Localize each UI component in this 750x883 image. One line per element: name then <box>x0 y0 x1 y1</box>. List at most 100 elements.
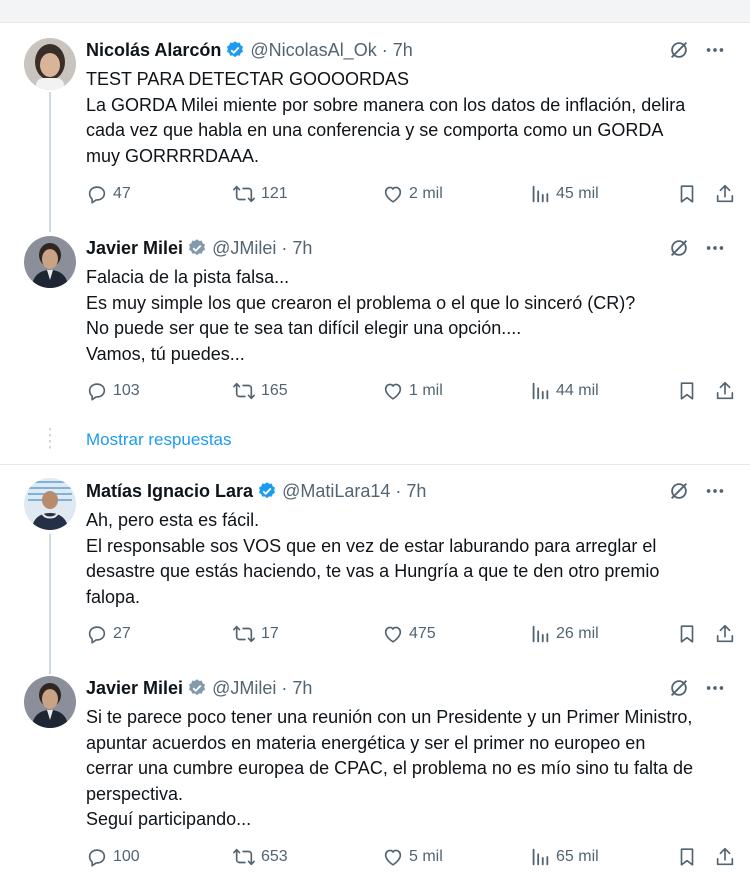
avatar[interactable] <box>24 38 76 90</box>
timestamp[interactable]: 7h <box>292 678 312 699</box>
like-count: 1 mil <box>409 382 443 399</box>
separator-dot: · <box>281 237 288 258</box>
views-count: 45 mil <box>556 185 599 202</box>
like-button[interactable]: 5 mil <box>382 845 443 869</box>
reply-count: 103 <box>113 382 140 399</box>
reply-button[interactable]: 100 <box>86 845 140 869</box>
tweet-header: Javier Milei @JMilei · 7h <box>86 675 726 701</box>
views-icon <box>529 623 551 645</box>
tweet-line: desastre que estás haciendo, te vas a Hu… <box>86 561 660 581</box>
tweet-actions: 27 17 475 26 mil <box>86 622 736 646</box>
views-icon <box>529 846 551 868</box>
avatar[interactable] <box>24 676 76 728</box>
grok-icon[interactable] <box>668 677 690 699</box>
tweet-text: Falacia de la pista falsa... Es muy simp… <box>86 265 732 367</box>
tweet-line: Si te parece poco tener una reunión con … <box>86 707 693 727</box>
share-button[interactable] <box>714 845 736 869</box>
verified-gray-badge-icon <box>187 238 207 258</box>
share-button[interactable] <box>714 182 736 206</box>
handle[interactable]: @MatiLara14 <box>282 481 390 502</box>
views-icon <box>529 380 551 402</box>
grok-icon[interactable] <box>668 237 690 259</box>
tweet-line: cerrar una cumbre europea de CPAC, el pr… <box>86 758 693 778</box>
handle[interactable]: @JMilei <box>212 238 276 259</box>
retweet-button[interactable]: 17 <box>232 622 279 646</box>
timestamp[interactable]: 7h <box>393 40 413 61</box>
like-button[interactable]: 2 mil <box>382 182 443 206</box>
tweet-line: Vamos, tú puedes... <box>86 343 245 364</box>
retweet-icon <box>232 380 256 402</box>
views-count: 26 mil <box>556 625 599 642</box>
divider <box>0 464 750 465</box>
tweet-line: El responsable sos VOS que en vez de est… <box>86 535 657 556</box>
like-button[interactable]: 1 mil <box>382 379 443 403</box>
tweet-text: Ah, pero esta es fácil. El responsable s… <box>86 508 732 610</box>
tweet-header: Javier Milei @JMilei · 7h <box>86 235 726 261</box>
reply-button[interactable]: 103 <box>86 379 140 403</box>
tweet-line: No puede ser que te sea tan difícil eleg… <box>86 318 522 338</box>
share-button[interactable] <box>714 622 736 646</box>
reply-count: 27 <box>113 625 131 642</box>
bookmark-button[interactable] <box>676 622 698 646</box>
verified-badge-icon <box>257 481 277 501</box>
more-options-icon[interactable] <box>704 480 726 502</box>
retweet-button[interactable]: 121 <box>232 182 288 206</box>
reply-button[interactable]: 47 <box>86 182 131 206</box>
like-count: 2 mil <box>409 185 443 202</box>
bookmark-button[interactable] <box>676 182 698 206</box>
retweet-count: 165 <box>261 382 288 399</box>
display-name[interactable]: Javier Milei <box>86 678 183 699</box>
handle[interactable]: @JMilei <box>212 678 276 699</box>
reply-button[interactable]: 27 <box>86 622 131 646</box>
display-name[interactable]: Matías Ignacio Lara <box>86 481 253 502</box>
share-icon <box>714 846 736 868</box>
grok-icon[interactable] <box>668 39 690 61</box>
tweet-actions: 103 165 1 mil 44 mil <box>86 379 736 403</box>
tweet-line: muy GORRRRDAAA. <box>86 145 260 166</box>
share-icon <box>714 623 736 645</box>
views-button[interactable]: 26 mil <box>529 622 599 646</box>
views-icon <box>529 183 551 205</box>
tweet-line: Es muy simple los que crearon el problem… <box>86 292 636 313</box>
more-options-icon[interactable] <box>704 677 726 699</box>
bookmark-icon <box>676 623 698 645</box>
display-name[interactable]: Javier Milei <box>86 238 183 259</box>
tweet-line: La GORDA Milei miente por sobre manera c… <box>86 94 686 115</box>
thread-line <box>49 92 51 232</box>
views-button[interactable]: 44 mil <box>529 379 599 403</box>
bookmark-button[interactable] <box>676 379 698 403</box>
grok-icon[interactable] <box>668 480 690 502</box>
avatar[interactable] <box>24 478 76 530</box>
avatar[interactable] <box>24 236 76 288</box>
tweet-header: Nicolás Alarcón @NicolasAl_Ok · 7h <box>86 37 726 63</box>
separator-dot: · <box>381 39 388 60</box>
verified-badge-icon <box>225 40 245 60</box>
views-button[interactable]: 65 mil <box>529 845 599 869</box>
tweet-actions: 100 653 5 mil 65 mil <box>86 845 736 869</box>
like-button[interactable]: 475 <box>382 622 436 646</box>
display-name[interactable]: Nicolás Alarcón <box>86 40 221 61</box>
views-count: 65 mil <box>556 848 599 865</box>
tweet-line: perspectiva. <box>86 783 184 804</box>
handle[interactable]: @NicolasAl_Ok <box>250 40 376 61</box>
share-icon <box>714 380 736 402</box>
heart-icon <box>382 183 404 205</box>
tweet-thread: Nicolás Alarcón @NicolasAl_Ok · 7h TEST … <box>0 0 750 883</box>
tweet-line: Seguí participando... <box>86 809 252 829</box>
retweet-button[interactable]: 165 <box>232 379 288 403</box>
tweet-text: Si te parece poco tener una reunión con … <box>86 705 732 833</box>
bookmark-button[interactable] <box>676 845 698 869</box>
retweet-icon <box>232 846 256 868</box>
timestamp[interactable]: 7h <box>292 238 312 259</box>
like-count: 5 mil <box>409 848 443 865</box>
timestamp[interactable]: 7h <box>406 481 426 502</box>
reply-icon <box>86 623 108 645</box>
retweet-button[interactable]: 653 <box>232 845 288 869</box>
more-options-icon[interactable] <box>704 39 726 61</box>
more-options-icon[interactable] <box>704 237 726 259</box>
show-replies-link[interactable]: Mostrar respuestas <box>86 430 232 450</box>
tweet-line: cada vez que habla en una conferencia y … <box>86 120 664 140</box>
separator-dot: · <box>395 480 402 501</box>
views-button[interactable]: 45 mil <box>529 182 599 206</box>
share-button[interactable] <box>714 379 736 403</box>
